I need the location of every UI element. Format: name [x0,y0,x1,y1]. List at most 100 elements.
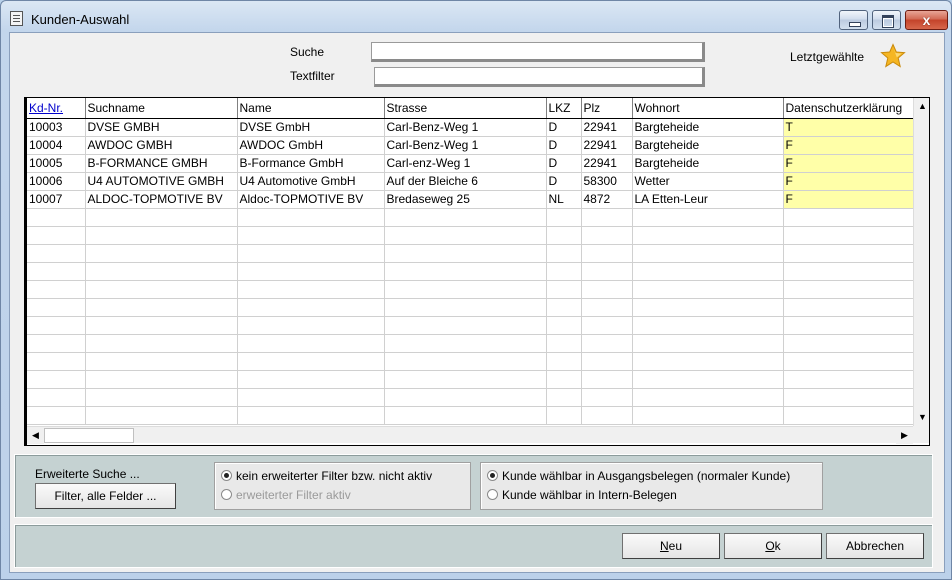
radio-filter-active-label: erweiterter Filter aktiv [236,488,351,502]
table-cell [783,388,914,407]
search-input[interactable] [371,42,705,62]
table-cell [581,352,633,371]
table-row-empty[interactable] [27,208,914,227]
table-row-empty[interactable] [27,406,914,425]
table-cell [783,262,914,281]
table-row[interactable]: 10007 ALDOC-TOPMOTIVE BV Aldoc-TOPMOTIVE B… [27,190,914,209]
table-row-empty[interactable] [27,316,914,335]
table-cell [237,316,385,335]
vertical-scrollbar[interactable]: ▲ ▼ [913,98,929,426]
minimize-button[interactable] [839,10,868,30]
table-cell [27,388,86,407]
table-cell [632,262,784,281]
scroll-right-icon[interactable]: ▶ [896,427,913,444]
table-cell [85,370,238,389]
table-cell: D [546,136,582,155]
customer-grid[interactable]: Kd-Nr. Suchname Name Strasse LKZ Plz Woh… [24,97,930,446]
customer-table: Kd-Nr. Suchname Name Strasse LKZ Plz Woh… [27,98,914,425]
table-row-empty[interactable] [27,298,914,317]
table-cell [783,244,914,263]
col-header-lkz[interactable]: LKZ [546,98,582,119]
advanced-search-label: Erweiterte Suche ... [35,467,140,481]
table-cell: F [783,190,914,209]
table-cell [581,280,633,299]
kunden-auswahl-window: Kunden-Auswahl x Suche Textfilter Letztg… [0,0,952,580]
advanced-filter-panel: Erweiterte Suche ... Filter, alle Felder… [14,454,933,518]
col-header-name[interactable]: Name [237,98,385,119]
textfilter-input[interactable] [374,67,705,87]
table-cell [27,316,86,335]
table-cell: Aldoc-TOPMOTIVE BV [237,190,385,209]
table-cell: 4872 [581,190,633,209]
table-cell: Carl-Benz-Weg 1 [384,118,547,137]
table-cell: 22941 [581,154,633,173]
new-button[interactable]: Neu [622,533,720,559]
cancel-button[interactable]: Abbrechen [826,533,924,559]
table-cell: D [546,172,582,191]
ok-button[interactable]: Ok [724,533,822,559]
table-cell [632,298,784,317]
title-bar[interactable]: Kunden-Auswahl x [1,1,951,33]
table-cell [581,208,633,227]
table-cell: Wetter [632,172,784,191]
table-cell: NL [546,190,582,209]
table-cell [85,334,238,353]
col-header-plz[interactable]: Plz [581,98,633,119]
table-cell [27,352,86,371]
app-icon [10,11,23,26]
table-row-empty[interactable] [27,388,914,407]
table-row[interactable]: 10006 U4 AUTOMOTIVE GMBH U4 Automotive Gmb… [27,172,914,191]
filter-all-fields-button[interactable]: Filter, alle Felder ... [35,483,176,509]
table-cell: 10004 [27,136,86,155]
radio-no-filter[interactable]: kein erweiterter Filter bzw. nicht aktiv [221,469,432,483]
table-cell [27,262,86,281]
col-header-strasse[interactable]: Strasse [384,98,547,119]
star-icon[interactable] [880,43,906,69]
table-cell: 10005 [27,154,86,173]
table-row-empty[interactable] [27,352,914,371]
col-header-wohnort[interactable]: Wohnort [632,98,784,119]
scroll-down-icon[interactable]: ▼ [914,409,929,426]
table-cell [632,316,784,335]
scroll-up-icon[interactable]: ▲ [914,98,929,115]
table-cell: 22941 [581,136,633,155]
table-cell [384,370,547,389]
table-cell [27,244,86,263]
horizontal-scroll-thumb[interactable] [44,428,134,443]
table-row[interactable]: 10005 B-FORMANCE GMBH B-Formance GmbH Carl-… [27,154,914,173]
table-row-empty[interactable] [27,244,914,263]
customer-type-group: Kunde wählbar in Ausgangsbelegen (normal… [480,462,823,510]
radio-normal-customer[interactable]: Kunde wählbar in Ausgangsbelegen (normal… [487,469,790,483]
table-row-empty[interactable] [27,370,914,389]
table-cell [85,280,238,299]
radio-internal-customer[interactable]: Kunde wählbar in Intern-Belegen [487,488,677,502]
table-cell [237,244,385,263]
col-header-datenschutz[interactable]: Datenschutzerklärung [783,98,914,119]
table-row[interactable]: 10003 DVSE GMBH DVSE GmbH Carl-Benz-Weg 1D2… [27,118,914,137]
col-header-suchname[interactable]: Suchname [85,98,238,119]
table-cell [85,298,238,317]
button-bar: Neu Ok Abbrechen [14,524,933,568]
table-cell [546,262,582,281]
table-cell [581,262,633,281]
scroll-left-icon[interactable]: ◀ [27,427,44,444]
close-icon: x [922,12,931,28]
table-cell [27,226,86,245]
table-cell [384,262,547,281]
table-cell [632,370,784,389]
close-button[interactable]: x [905,10,948,30]
col-header-kdnr[interactable]: Kd-Nr. [27,98,86,119]
maximize-button[interactable] [872,10,901,30]
table-cell [384,298,547,317]
table-cell: DVSE GMBH [85,118,238,137]
table-row[interactable]: 10004 AWDOC GMBH AWDOC GmbH Carl-Benz-Weg 1… [27,136,914,155]
table-row-empty[interactable] [27,262,914,281]
table-row-empty[interactable] [27,226,914,245]
horizontal-scrollbar[interactable]: ◀ ▶ [27,426,913,444]
table-row-empty[interactable] [27,334,914,353]
table-cell [581,406,633,425]
table-cell [384,388,547,407]
table-row-empty[interactable] [27,280,914,299]
table-cell: D [546,118,582,137]
table-cell [237,406,385,425]
